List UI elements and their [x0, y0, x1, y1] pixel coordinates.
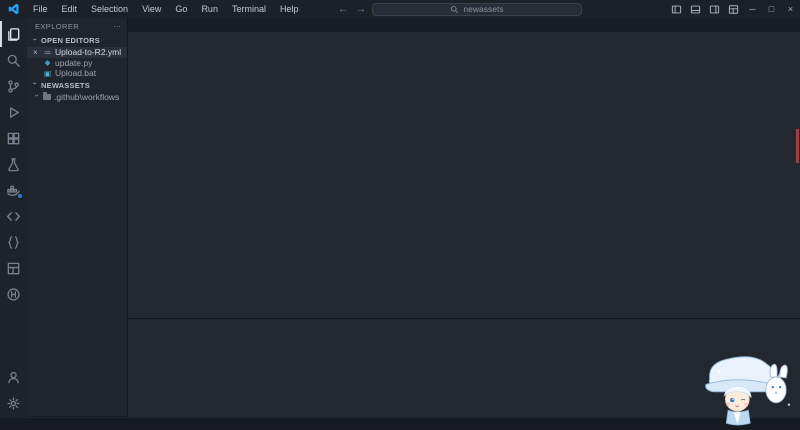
close-button[interactable]: × — [781, 0, 800, 18]
menu-bar: File Edit Selection View Go Run Terminal Help — [27, 2, 304, 16]
folder-icon — [43, 91, 51, 100]
close-icon[interactable]: × — [33, 48, 40, 57]
activity-bar — [0, 18, 27, 418]
run-debug-icon — [6, 105, 21, 120]
titlebar: File Edit Selection View Go Run Terminal Help ←… — [0, 0, 800, 18]
open-editor-label: Upload-to-R2.yml — [55, 47, 122, 58]
open-editor-label: update.py — [55, 57, 93, 68]
file-tree: › .github\workflows — [27, 91, 127, 103]
menu-run[interactable]: Run — [195, 2, 224, 16]
yaml-file-icon: ≔ — [43, 47, 52, 57]
menu-terminal[interactable]: Terminal — [226, 2, 272, 16]
customize-layout-icon[interactable] — [724, 0, 743, 18]
activity-ros[interactable] — [0, 281, 27, 307]
menu-file[interactable]: File — [27, 2, 54, 16]
activity-layouts[interactable] — [0, 255, 27, 281]
account-icon — [6, 370, 21, 385]
remote-explorer-icon — [6, 209, 21, 224]
command-center-search[interactable]: newassets — [372, 2, 582, 16]
activity-docker[interactable] — [0, 177, 27, 203]
activity-search[interactable] — [0, 47, 27, 73]
status-bar — [0, 418, 800, 430]
extensions-icon — [6, 131, 21, 146]
back-arrow-icon[interactable]: ← — [338, 4, 348, 15]
menu-help[interactable]: Help — [274, 2, 305, 16]
chevron-down-icon: › — [30, 82, 40, 86]
python-file-icon: ◆ — [44, 58, 51, 68]
activity-explorer[interactable] — [0, 21, 27, 47]
activity-snippets[interactable] — [0, 229, 27, 255]
open-editor-label: Upload.bat — [55, 68, 97, 79]
tab-bar — [128, 18, 800, 32]
activity-testing[interactable] — [0, 151, 27, 177]
menu-selection[interactable]: Selection — [85, 2, 134, 16]
file-label: .github\workflows — [54, 91, 120, 102]
panel-header — [128, 319, 800, 333]
breadcrumb[interactable] — [128, 32, 800, 41]
open-editor-path: .github\workfl... — [124, 48, 125, 57]
terminal-output[interactable] — [128, 333, 800, 418]
vscode-logo — [8, 3, 19, 15]
source-control-icon — [6, 79, 21, 94]
toggle-secondary-sidebar-icon[interactable] — [705, 0, 724, 18]
activity-settings[interactable] — [0, 390, 27, 416]
open-editors-list: ×≔Upload-to-R2.yml.github\workfl...◆upda… — [27, 47, 127, 79]
activity-run-debug[interactable] — [0, 99, 27, 125]
menu-edit[interactable]: Edit — [56, 2, 84, 16]
badge-dot — [17, 193, 23, 199]
search-text: newassets — [463, 4, 504, 14]
toggle-panel-icon[interactable] — [686, 0, 705, 18]
minimize-button[interactable]: ─ — [743, 0, 762, 18]
ros-icon — [6, 287, 21, 302]
explorer-title: EXPLORER — [35, 22, 80, 31]
chevron-icon: › — [32, 93, 42, 97]
maximize-button[interactable]: □ — [762, 0, 781, 18]
open-editor-item[interactable]: ×≔Upload-to-R2.yml.github\workfl... — [27, 47, 127, 58]
sidebar-explorer: EXPLORER ⋯ › OPEN EDITORS × ≔ Upload-to-R2… — [27, 18, 128, 418]
activity-remote-explorer[interactable] — [0, 203, 27, 229]
editor[interactable] — [128, 41, 800, 318]
open-editor-item[interactable]: ▣ Upload.bat — [27, 68, 127, 79]
menu-go[interactable]: Go — [169, 2, 193, 16]
explorer-more-icon[interactable]: ⋯ — [113, 22, 121, 31]
history-arrows: ← → — [338, 0, 366, 18]
window-controls: ─ □ × — [667, 0, 800, 18]
toggle-sidebar-icon[interactable] — [667, 0, 686, 18]
snippets-icon — [6, 235, 21, 250]
explorer-icon — [6, 27, 21, 42]
menu-view[interactable]: View — [136, 2, 167, 16]
search-icon — [6, 53, 21, 68]
activity-account[interactable] — [0, 364, 27, 390]
testing-icon — [6, 157, 21, 172]
open-editors-header[interactable]: › OPEN EDITORS — [27, 34, 127, 47]
bat-file-icon: ▣ — [43, 68, 52, 78]
open-editor-item[interactable]: ◆ update.py — [27, 58, 127, 69]
settings-icon — [6, 396, 21, 411]
layouts-icon — [6, 261, 21, 276]
folder--github-workflows[interactable]: › .github\workflows — [27, 91, 127, 103]
activity-extensions[interactable] — [0, 125, 27, 151]
chevron-down-icon: › — [30, 37, 40, 41]
bottom-panel — [128, 318, 800, 418]
forward-arrow-icon[interactable]: → — [356, 4, 366, 15]
scrollbar-marker[interactable] — [796, 129, 799, 163]
activity-source-control[interactable] — [0, 73, 27, 99]
vscode-window: File Edit Selection View Go Run Terminal Help ←… — [0, 0, 800, 430]
project-root-header[interactable]: › NEWASSETS — [27, 79, 127, 92]
search-icon — [450, 5, 459, 14]
